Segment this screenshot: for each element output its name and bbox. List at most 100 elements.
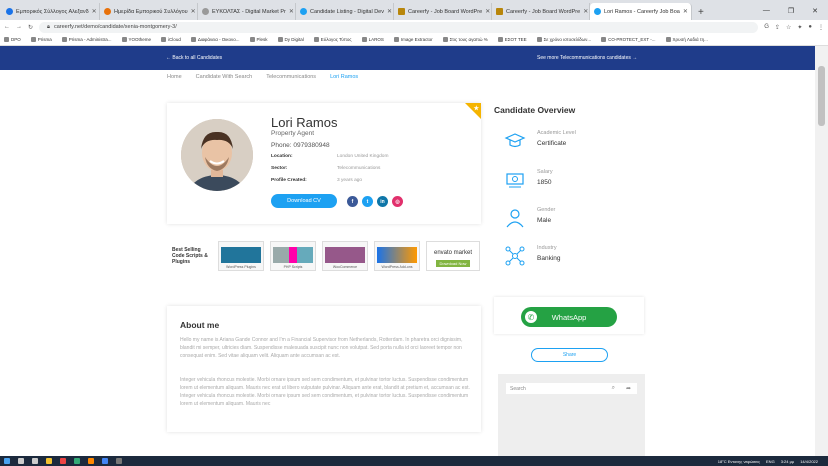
address-bar-row: ← → ↻ 🔒︎ careerfy.net/demo/candidate/xeni… xyxy=(0,20,828,34)
ad-label: Best Selling Code Scripts & Plugins xyxy=(172,247,208,265)
woocommerce-icon xyxy=(325,247,365,263)
close-tab-icon[interactable]: ✕ xyxy=(485,8,490,15)
chrome-icon[interactable] xyxy=(102,458,108,464)
star-icon[interactable]: ☆ xyxy=(786,24,791,31)
breadcrumb-sector[interactable]: Telecommunications xyxy=(266,74,316,80)
download-cv-button[interactable]: Download CV xyxy=(271,194,337,208)
bookmark-icon xyxy=(30,37,36,42)
browser-tab[interactable]: Εμπορικός Σύλλογος Αλεξανδ ✕ xyxy=(2,3,100,20)
browser-tab[interactable]: Candidate Listing - Digital Dev ✕ xyxy=(296,3,394,20)
browser-tab[interactable]: Ημερίδα Εμπορικού Συλλόγου ✕ xyxy=(100,3,198,20)
minimize-button[interactable]: — xyxy=(763,7,770,15)
forward-arrow-icon[interactable]: → xyxy=(16,24,22,30)
extensions-icon[interactable]: ✦ xyxy=(797,24,802,31)
bookmark-item[interactable]: Image Extractor xyxy=(393,37,433,42)
location-row: Location: London United Kingdom xyxy=(271,154,388,159)
close-tab-icon[interactable]: ✕ xyxy=(191,8,196,15)
sector-row: Sector: Telecommunications xyxy=(271,166,380,171)
task-view-icon[interactable] xyxy=(32,458,38,464)
bookmark-item[interactable]: Prisma - Administra... xyxy=(61,37,112,42)
breadcrumb: Home Candidate With Search Telecommunica… xyxy=(167,74,358,80)
download-now-button[interactable]: Download Now xyxy=(435,260,471,267)
close-tab-icon[interactable]: ✕ xyxy=(92,8,97,15)
ad-wordpress-addons[interactable]: WordPress Add-ons xyxy=(374,241,420,271)
share-arrow-icon[interactable]: ➦ xyxy=(626,385,631,392)
star-icon: ★ xyxy=(473,106,479,112)
close-window-button[interactable]: ✕ xyxy=(812,7,818,15)
close-tab-icon[interactable]: ✕ xyxy=(683,8,688,15)
more-candidates-link[interactable]: See more Telecommunications candidates → xyxy=(537,55,637,61)
ad-wordpress-plugins[interactable]: WordPress Plugins xyxy=(218,241,264,271)
linkedin-icon[interactable]: in xyxy=(377,196,388,207)
app-icon[interactable] xyxy=(74,458,80,464)
maximize-button[interactable]: ❐ xyxy=(788,7,794,15)
twitter-icon[interactable]: t xyxy=(362,196,373,207)
bookmark-item[interactable]: Στις τους αγαπώ % xyxy=(442,37,488,42)
bookmark-item[interactable]: ΕΣΟΤ ΤΕΕ xyxy=(497,37,527,42)
bookmark-icon xyxy=(313,37,319,42)
breadcrumb-candidates[interactable]: Candidate With Search xyxy=(196,74,253,80)
reload-icon[interactable]: ↻ xyxy=(28,24,33,31)
google-icon[interactable]: G xyxy=(764,24,769,30)
back-to-candidates-link[interactable]: ← Back to all Candidates xyxy=(166,55,222,61)
page-scrollbar[interactable] xyxy=(815,46,828,456)
browser-tab[interactable]: Careerfy - Job Board WordPre ✕ xyxy=(394,3,492,20)
new-tab-button[interactable]: + xyxy=(692,7,710,20)
ad-woocommerce[interactable]: WooCommerce xyxy=(322,241,368,271)
location-value: London United Kingdom xyxy=(337,154,389,159)
bookmark-item[interactable]: Prisma xyxy=(30,37,52,42)
bookmark-item[interactable]: iCloud xyxy=(161,37,181,42)
close-tab-icon[interactable]: ✕ xyxy=(387,8,392,15)
created-value: 3 years ago xyxy=(337,178,363,183)
app-icon[interactable] xyxy=(60,458,66,464)
language-indicator[interactable]: ENG xyxy=(766,459,775,464)
back-arrow-icon[interactable]: ← xyxy=(4,24,10,30)
share-button[interactable]: Share xyxy=(531,348,608,362)
app-icon[interactable] xyxy=(116,458,122,464)
search-input[interactable]: Search ⌕ ➦ xyxy=(506,383,637,394)
browser-tab-active[interactable]: Lori Ramos - Careerfy Job Boa ✕ xyxy=(590,3,692,20)
clock-time[interactable]: 3:24 μμ xyxy=(781,459,795,464)
money-icon xyxy=(506,173,524,188)
bookmark-item[interactable]: DPO xyxy=(4,37,21,42)
breadcrumb-home[interactable]: Home xyxy=(167,74,182,80)
bookmark-item[interactable]: Χρυσή Λαδιά τη... xyxy=(665,37,708,42)
sector-label: Sector: xyxy=(271,166,288,171)
created-row: Profile Created: 3 years ago xyxy=(271,178,362,183)
bookmark-item[interactable]: Σε χρόνο ιστοσελίδων... xyxy=(536,37,591,42)
envato-ad-banner[interactable]: Best Selling Code Scripts & Plugins Word… xyxy=(172,241,480,271)
bookmark-item[interactable]: CO-PROTECT_EXT -... xyxy=(601,37,656,42)
windows-start-icon[interactable] xyxy=(4,458,10,464)
window-controls: — ❐ ✕ xyxy=(753,7,828,20)
profile-avatar-icon[interactable]: ● xyxy=(808,24,812,30)
facebook-icon[interactable]: f xyxy=(347,196,358,207)
app-icon[interactable] xyxy=(88,458,94,464)
bookmarks-bar: DPO Prisma Prisma - Administra... YOOtheme i… xyxy=(0,34,828,46)
dribbble-icon[interactable]: ◎ xyxy=(392,196,403,207)
bookmark-item[interactable]: Διαφάνεια - Οικονο... xyxy=(190,37,240,42)
ad-php-scripts[interactable]: PHP Scripts xyxy=(270,241,316,271)
browser-tab[interactable]: Careerfy - Job Board WordPre ✕ xyxy=(492,3,590,20)
search-icon[interactable]: ⌕ xyxy=(612,385,615,392)
file-explorer-icon[interactable] xyxy=(46,458,52,464)
bookmark-item[interactable]: Dy Digital xyxy=(277,37,304,42)
scrollbar-thumb[interactable] xyxy=(818,66,825,126)
bookmark-item[interactable]: YOOtheme xyxy=(121,37,151,42)
search-icon[interactable] xyxy=(18,458,24,464)
bookmark-icon xyxy=(161,37,167,42)
close-tab-icon[interactable]: ✕ xyxy=(583,8,588,15)
created-label: Profile Created: xyxy=(271,178,307,183)
share-page-icon[interactable]: ⇪ xyxy=(775,24,780,31)
browser-tab[interactable]: ΕΥΚΟΛΤΑΣ - Digital Market Pr ✕ xyxy=(198,3,296,20)
menu-kebab-icon[interactable]: ⋮ xyxy=(818,24,824,31)
whatsapp-button[interactable]: ✆ WhatsApp xyxy=(521,307,617,327)
candidate-role: Property Agent xyxy=(271,130,314,137)
bookmark-item[interactable]: LAROS xyxy=(361,37,384,42)
url-field[interactable]: 🔒︎ careerfy.net/demo/candidate/xenia-mont… xyxy=(39,21,759,33)
ad-envato-market[interactable]: envato market Download Now xyxy=(426,241,480,271)
clock-date[interactable]: 14/4/2022 xyxy=(800,459,818,464)
close-tab-icon[interactable]: ✕ xyxy=(289,8,294,15)
bookmark-item[interactable]: Εύλογος Τύπος xyxy=(313,37,352,42)
bookmark-item[interactable]: Plesk xyxy=(249,37,268,42)
weather-text[interactable]: 18°C Εντονης νεφώσεις xyxy=(718,459,760,464)
